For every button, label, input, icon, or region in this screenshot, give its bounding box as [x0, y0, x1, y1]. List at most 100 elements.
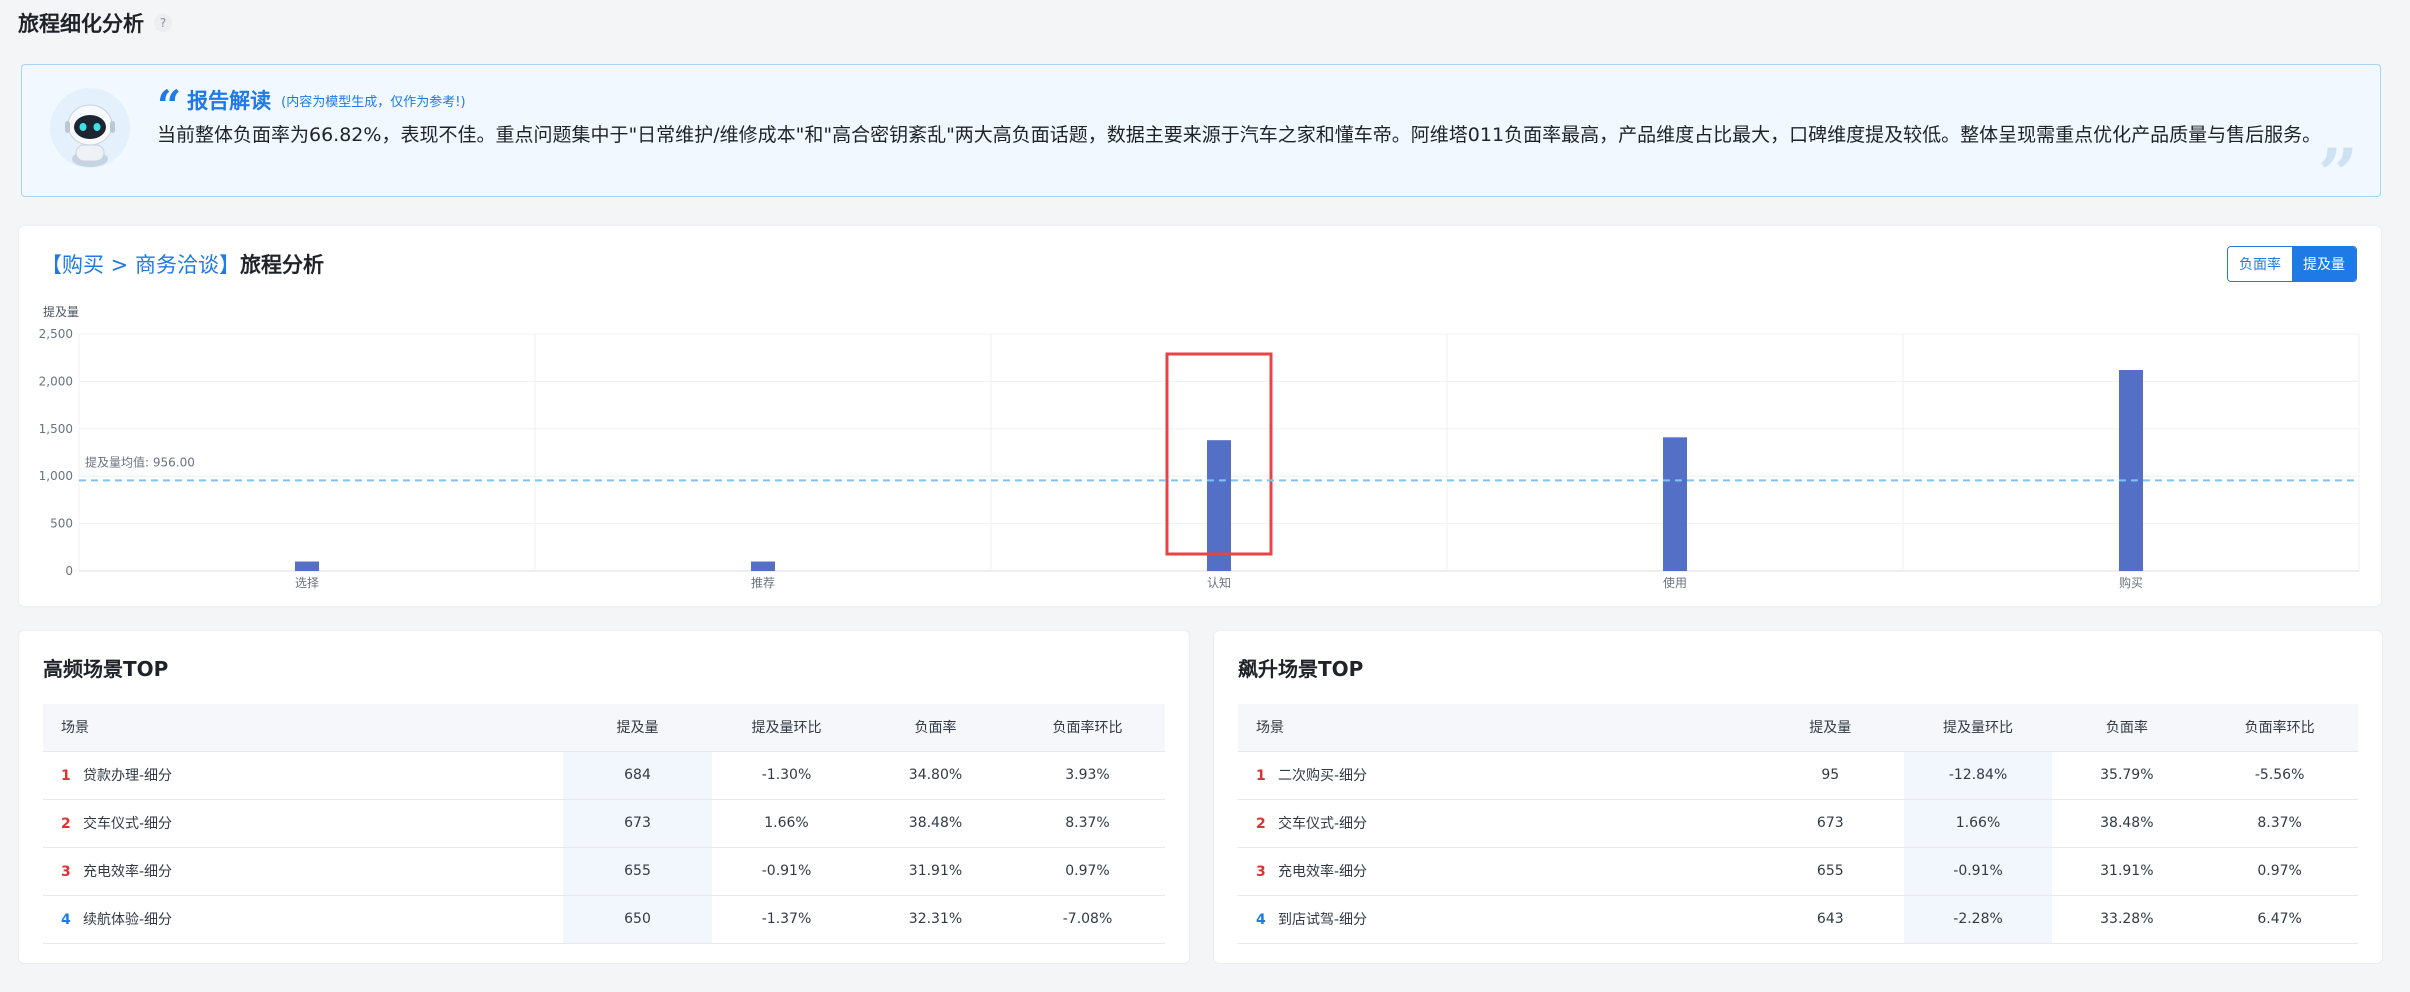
header-negative-rate-mom[interactable]: 负面率环比 [2201, 704, 2358, 752]
x-tick-label: 选择 [295, 576, 319, 590]
y-tick-label: 1,500 [39, 422, 73, 436]
surging-table: 场景 提及量 提及量环比 负面率 负面率环比 1 二次购买-细分 95 -12.8… [1238, 704, 2358, 944]
negative-rate-mom-cell: 0.97% [2201, 847, 2358, 896]
negative-rate-cell: 33.28% [2052, 895, 2202, 944]
scene-cell: 2 交车仪式-细分 [43, 799, 563, 848]
mentions-cell: 655 [563, 847, 712, 896]
rank-badge: 3 [1256, 864, 1266, 880]
header-mentions-mom[interactable]: 提及量环比 [712, 704, 861, 752]
mentions-mom-cell: -2.28% [1903, 895, 2053, 944]
page-header: 旅程细化分析 ? [18, 8, 172, 38]
report-interpretation-card: “ 报告解读 (内容为模型生成，仅作为参考!) 当前整体负面率为66.82%，表… [21, 64, 2381, 216]
header-mentions[interactable]: 提及量 [563, 704, 712, 752]
x-tick-label: 使用 [1663, 575, 1687, 590]
negative-rate-cell: 38.48% [2052, 799, 2202, 848]
header-negative-rate[interactable]: 负面率 [2052, 704, 2202, 752]
x-tick-label: 推荐 [751, 576, 775, 590]
table-row[interactable]: 2 交车仪式-细分 673 1.66% 38.48% 8.37% [43, 799, 1165, 848]
header-scene: 场景 [43, 704, 563, 752]
table-row[interactable]: 1 贷款办理-细分 684 -1.30% 34.80% 3.93% [43, 751, 1165, 800]
mentions-mom-cell: -0.91% [712, 847, 861, 896]
rank-badge: 4 [1256, 912, 1266, 928]
y-tick-label: 0 [65, 564, 73, 578]
scene-cell: 2 交车仪式-细分 [1238, 799, 1757, 848]
table-row[interactable]: 4 到店试驾-细分 643 -2.28% 33.28% 6.47% [1238, 895, 2358, 944]
scene-cell: 1 二次购买-细分 [1238, 751, 1757, 800]
y-tick-label: 2,500 [39, 327, 73, 341]
rank-badge: 4 [61, 912, 71, 928]
negative-rate-cell: 35.79% [2052, 751, 2202, 800]
mentions-mom-cell: -0.91% [1903, 847, 2053, 896]
high-frequency-table: 场景 提及量 提及量环比 负面率 负面率环比 1 贷款办理-细分 684 -1.3… [43, 704, 1165, 944]
scene-cell: 3 充电效率-细分 [1238, 847, 1757, 896]
help-icon[interactable]: ? [154, 14, 172, 32]
average-line-label: 提及量均值: 956.00 [85, 454, 195, 469]
y-tick-label: 1,000 [39, 469, 73, 483]
chart-bar [1663, 437, 1687, 571]
chart-bar [751, 561, 775, 571]
header-negative-rate-mom[interactable]: 负面率环比 [1010, 704, 1165, 752]
negative-rate-mom-cell: 8.37% [2201, 799, 2358, 848]
mentions-mom-cell: -12.84% [1903, 751, 2053, 800]
table-title: 高频场景TOP [43, 657, 169, 681]
mentions-cell: 95 [1756, 751, 1904, 800]
header-negative-rate[interactable]: 负面率 [861, 704, 1010, 752]
scene-cell: 4 续航体验-细分 [43, 895, 563, 944]
scene-cell: 3 充电效率-细分 [43, 847, 563, 896]
mentions-cell: 673 [1756, 799, 1904, 848]
chart-bar [295, 561, 319, 571]
table-header-row: 场景 提及量 提及量环比 负面率 负面率环比 [43, 704, 1165, 752]
scene-name: 到店试驾-细分 [1278, 912, 1368, 928]
negative-rate-mom-cell: -7.08% [1010, 895, 1165, 944]
robot-avatar-icon [50, 88, 130, 168]
scene-name: 交车仪式-细分 [83, 816, 173, 832]
table-row[interactable]: 3 充电效率-细分 655 -0.91% 31.91% 0.97% [43, 847, 1165, 896]
table-header-row: 场景 提及量 提及量环比 负面率 负面率环比 [1238, 704, 2358, 752]
scene-name: 二次购买-细分 [1278, 768, 1368, 784]
interpretation-header: “ 报告解读 (内容为模型生成，仅作为参考!) [157, 79, 466, 127]
scene-name: 续航体验-细分 [83, 912, 173, 928]
scene-name: 充电效率-细分 [1278, 864, 1368, 880]
mentions-cell: 684 [563, 751, 712, 800]
chart-bar [1207, 440, 1231, 571]
rank-badge: 1 [1256, 768, 1266, 784]
mentions-mom-cell: -1.30% [712, 751, 861, 800]
y-tick-label: 2,000 [39, 374, 73, 388]
x-tick-label: 认知 [1207, 576, 1231, 590]
interpretation-title: 报告解读 [187, 89, 272, 113]
mentions-cell: 673 [563, 799, 712, 848]
negative-rate-cell: 32.31% [861, 895, 1010, 944]
negative-rate-mom-cell: -5.56% [2201, 751, 2358, 800]
y-tick-label: 500 [50, 517, 73, 531]
negative-rate-mom-cell: 3.93% [1010, 751, 1165, 800]
header-mentions-mom[interactable]: 提及量环比 [1903, 704, 2053, 752]
rank-badge: 2 [61, 816, 71, 832]
mentions-mom-cell: 1.66% [712, 799, 861, 848]
chart-bar [2119, 370, 2143, 571]
table-row[interactable]: 3 充电效率-细分 655 -0.91% 31.91% 0.97% [1238, 847, 2358, 896]
negative-rate-cell: 34.80% [861, 751, 1010, 800]
table-row[interactable]: 1 二次购买-细分 95 -12.84% 35.79% -5.56% [1238, 751, 2358, 800]
surging-scenes-card: 飙升场景TOP 场景 提及量 提及量环比 负面率 负面率环比 1 二次购买-细分 … [1213, 630, 2383, 964]
mentions-mom-cell: 1.66% [1903, 799, 2053, 848]
header-mentions[interactable]: 提及量 [1756, 704, 1904, 752]
scene-cell: 4 到店试驾-细分 [1238, 895, 1757, 944]
page-title: 旅程细化分析 [18, 12, 144, 36]
quote-close-icon: ” [2317, 133, 2358, 216]
table-title: 飙升场景TOP [1238, 657, 1364, 681]
scene-name: 充电效率-细分 [83, 864, 173, 880]
mentions-cell: 650 [563, 895, 712, 944]
interpretation-text: 当前整体负面率为66.82%，表现不佳。重点问题集中于"日常维护/维修成本"和"… [157, 124, 2322, 146]
mentions-cell: 643 [1756, 895, 1904, 944]
negative-rate-cell: 31.91% [861, 847, 1010, 896]
table-row[interactable]: 4 续航体验-细分 650 -1.37% 32.31% -7.08% [43, 895, 1165, 944]
table-row[interactable]: 2 交车仪式-细分 673 1.66% 38.48% 8.37% [1238, 799, 2358, 848]
scene-name: 交车仪式-细分 [1278, 816, 1368, 832]
interpretation-subtitle: (内容为模型生成，仅作为参考!) [281, 94, 466, 110]
negative-rate-mom-cell: 6.47% [2201, 895, 2358, 944]
x-tick-label: 购买 [2119, 575, 2143, 590]
journey-bar-chart: 提及量 0 500 1,000 1,500 2,000 2,500 选择 推荐 认知 使用 购买 提及量… [39, 304, 2360, 590]
y-axis-label: 提及量 [43, 304, 79, 319]
rank-badge: 1 [61, 768, 71, 784]
header-scene: 场景 [1238, 704, 1757, 752]
